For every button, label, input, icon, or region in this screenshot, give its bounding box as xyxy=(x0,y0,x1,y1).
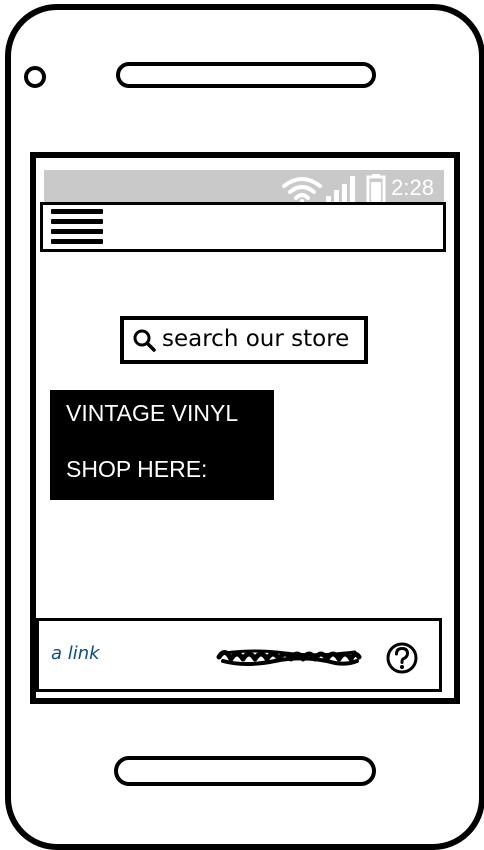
app-bar xyxy=(40,202,446,252)
status-time: 2:28 xyxy=(391,175,434,200)
scribble-text xyxy=(216,649,362,666)
status-bar: 2:28 xyxy=(44,170,444,206)
search-icon xyxy=(133,329,156,352)
speaker-grille xyxy=(116,62,376,88)
promo-subtitle: SHOP HERE: xyxy=(66,456,208,482)
promo-box: VINTAGE VINYL SHOP HERE: xyxy=(50,390,274,500)
search-input[interactable]: search our store xyxy=(120,316,368,364)
wifi-icon xyxy=(282,177,322,203)
phone-screen: 2:28 search our store VINTAGE VINYL SHOP… xyxy=(30,152,460,704)
question-mark-icon[interactable] xyxy=(385,641,419,675)
signal-icon xyxy=(326,176,355,204)
camera-icon xyxy=(24,66,46,88)
bottom-bar: a link xyxy=(36,618,442,692)
bottom-link[interactable]: a link xyxy=(51,643,100,664)
promo-title: VINTAGE VINYL xyxy=(66,400,239,426)
battery-icon xyxy=(366,174,386,204)
hamburger-menu-icon[interactable] xyxy=(51,209,103,247)
search-placeholder: search our store xyxy=(162,326,350,352)
home-button[interactable] xyxy=(114,756,376,786)
